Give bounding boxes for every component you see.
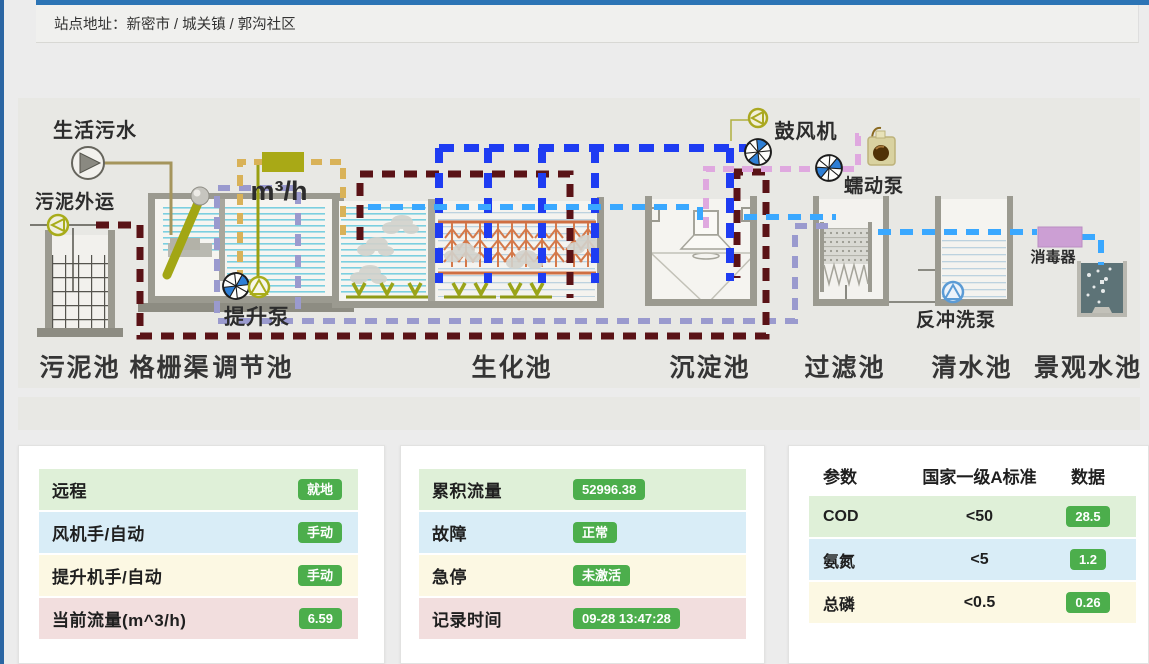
tank-label-landscape-pool: 景观水池 (1034, 354, 1142, 382)
label-flow-unit: m³/h (251, 176, 308, 206)
control-row-fan-mode: 风机手/自动 手动 (39, 512, 358, 553)
param-standard: <5 (919, 551, 1040, 569)
label-backwash-pump: 反冲洗泵 (916, 308, 996, 331)
status-panel-card: 累积流量 52996.38 故障 正常 急停 未激活 记录时间 09-28 13… (400, 445, 765, 664)
timestamp-badge: 09-28 13:47:28 (573, 608, 680, 629)
tank-label-sedimentation: 沉淀池 (669, 353, 750, 382)
label-disinfector: 消毒器 (1030, 248, 1076, 266)
label-sludge-outbound: 污泥外运 (35, 190, 115, 213)
param-name: 氨氮 (809, 548, 919, 572)
label-domestic-sewage: 生活污水 (53, 119, 137, 142)
status-row-estop: 急停 未激活 (419, 555, 746, 596)
status-row-record-time: 记录时间 09-28 13:47:28 (419, 598, 746, 639)
disinfector-box-icon (1038, 227, 1082, 247)
status-row-total-flow: 累积流量 52996.38 (419, 469, 746, 510)
control-row-remote: 远程 就地 (39, 469, 358, 510)
tank-label-clean-water: 清水池 (931, 354, 1012, 382)
status-badge: 未激活 (573, 565, 630, 586)
column-header-data: 数据 (1040, 463, 1136, 488)
tank-biochemical (332, 197, 604, 308)
site-address-bar: 站点地址：新密市 / 城关镇 / 郭沟社区 (36, 5, 1139, 43)
control-row-lift-mode: 提升机手/自动 手动 (39, 555, 358, 596)
label-lift-pump: 提升泵 (224, 305, 290, 329)
row-label: 记录时间 (419, 606, 573, 631)
tank-sludge (37, 230, 123, 337)
tank-label-grid-channel: 格栅渠 (129, 353, 210, 382)
tank-label-regulating: 调节池 (212, 353, 293, 382)
status-badge: 手动 (298, 522, 342, 543)
status-badge: 正常 (573, 522, 617, 543)
label-peristaltic-pump: 蠕动泵 (844, 175, 904, 197)
column-header-standard: 国家一级A标准 (919, 463, 1040, 488)
tank-label-sludge: 污泥池 (39, 354, 120, 382)
backwash-pump-icon (943, 282, 963, 302)
control-row-current-flow: 当前流量(m^3/h) 6.59 (39, 598, 358, 639)
param-name: 总磷 (809, 591, 919, 615)
value-badge: 52996.38 (573, 479, 645, 500)
label-blower: 鼓风机 (775, 119, 838, 143)
status-badge: 手动 (298, 565, 342, 586)
row-label: 累积流量 (419, 477, 573, 502)
param-name: COD (809, 508, 919, 526)
param-standard: <0.5 (919, 594, 1040, 612)
quality-row-ammonia: 氨氮 <5 1.2 (809, 539, 1136, 580)
param-standard: <50 (919, 508, 1040, 526)
tank-label-filter: 过滤池 (804, 354, 885, 382)
value-badge: 6.59 (299, 608, 342, 629)
quality-header-row: 参数 国家一级A标准 数据 (809, 460, 1136, 490)
tank-label-biochemical: 生化池 (471, 354, 552, 382)
row-label: 当前流量(m^3/h) (39, 606, 186, 631)
value-badge: 28.5 (1066, 506, 1109, 527)
quality-row-phosphorus: 总磷 <0.5 0.26 (809, 582, 1136, 623)
column-header-param: 参数 (809, 463, 919, 488)
row-label: 急停 (419, 563, 573, 588)
site-address-text: 站点地址：新密市 / 城关镇 / 郭沟社区 (54, 13, 296, 34)
process-flow-diagram: 生活污水 污泥外运 m³/h 提升泵 鼓风机 蠕动泵 消毒器 反冲洗泵 污泥池 … (0, 95, 1149, 435)
quality-row-cod: COD <50 28.5 (809, 496, 1136, 537)
value-badge: 0.26 (1066, 592, 1109, 613)
control-panel-card: 远程 就地 风机手/自动 手动 提升机手/自动 手动 当前流量(m^3/h) 6… (18, 445, 385, 664)
row-label: 风机手/自动 (39, 520, 145, 545)
scada-page: 站点地址：新密市 / 城关镇 / 郭沟社区 (0, 0, 1149, 664)
flow-meter-icon (262, 152, 304, 172)
status-row-fault: 故障 正常 (419, 512, 746, 553)
row-label: 故障 (419, 520, 573, 545)
quality-panel-card: 参数 国家一级A标准 数据 COD <50 28.5 氨氮 <5 1.2 总磷 … (788, 445, 1149, 664)
value-badge: 1.2 (1070, 549, 1106, 570)
row-label: 提升机手/自动 (39, 563, 162, 588)
tank-landscape-pool (1077, 261, 1127, 317)
status-badge: 就地 (298, 479, 342, 500)
diagram-lower-band (18, 397, 1140, 430)
row-label: 远程 (39, 477, 87, 502)
